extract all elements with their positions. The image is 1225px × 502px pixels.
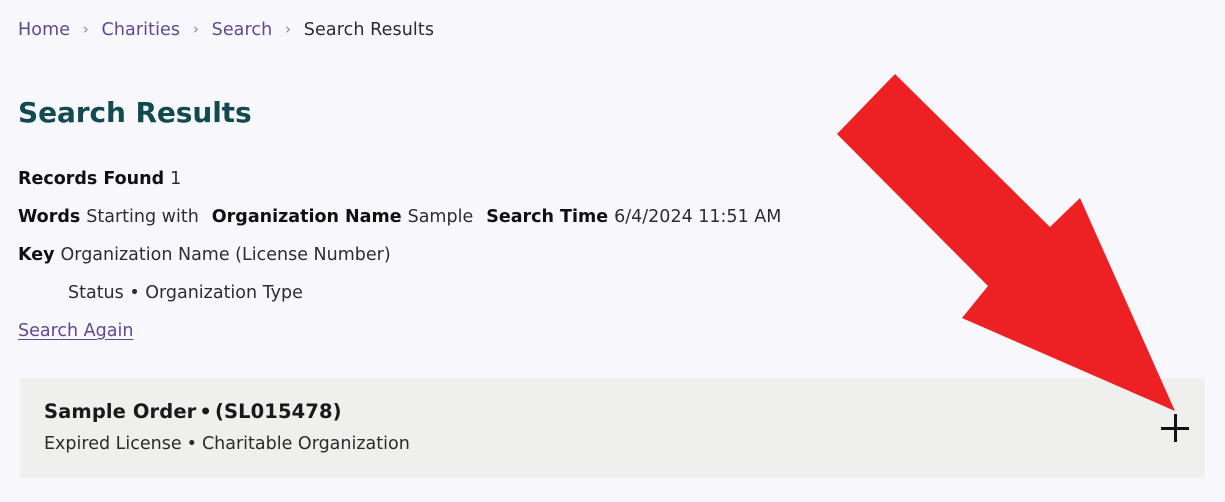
result-status: Expired License <box>44 434 182 454</box>
key-row: Key Organization Name (License Number) <box>18 236 781 274</box>
records-found-label: Records Found <box>18 169 165 189</box>
words-value: Starting with <box>86 207 199 227</box>
words-label: Words <box>18 207 81 227</box>
records-found-row: Records Found 1 <box>18 160 781 198</box>
organization-name-value: Sample <box>407 207 474 227</box>
plus-icon[interactable] <box>1161 414 1189 442</box>
key-value-line2: Status • Organization Type <box>68 283 303 303</box>
search-again-row: Search Again <box>18 312 781 350</box>
search-again-link[interactable]: Search Again <box>18 321 133 341</box>
result-title: Sample Order • (SL015478) <box>44 400 342 423</box>
result-subtitle: Expired License • Charitable Organization <box>44 434 410 454</box>
search-summary: Records Found 1 Words Starting with Organiz… <box>18 160 781 350</box>
key-row-second-line: Status • Organization Type <box>18 274 781 312</box>
breadcrumb-separator-icon: › <box>192 20 199 38</box>
result-license-number: (SL015478) <box>214 400 342 423</box>
key-value: Organization Name (License Number) <box>60 245 391 265</box>
search-criteria-row: Words Starting with Organization Name Sampl… <box>18 198 781 236</box>
breadcrumb-item-search-results: Search Results <box>303 20 435 40</box>
breadcrumb-separator-icon: › <box>82 20 89 38</box>
search-time-label: Search Time <box>486 207 609 227</box>
records-found-value: 1 <box>170 169 182 189</box>
result-subtitle-bullet-icon: • <box>186 434 197 454</box>
breadcrumb-separator-icon: › <box>285 20 292 38</box>
search-result-card[interactable]: Sample Order • (SL015478) Expired License •… <box>20 378 1205 478</box>
organization-name-label: Organization Name <box>211 207 402 227</box>
breadcrumb: Home › Charities › Search › Search Resul… <box>18 17 434 43</box>
page-title: Search Results <box>18 95 252 129</box>
red-arrow-pointing-down-right <box>837 74 1175 411</box>
breadcrumb-item-home[interactable]: Home <box>18 20 70 40</box>
breadcrumb-item-charities[interactable]: Charities <box>102 20 181 40</box>
result-organization-name: Sample Order <box>44 400 197 423</box>
breadcrumb-item-search[interactable]: Search <box>212 20 273 40</box>
result-organization-type: Charitable Organization <box>201 434 410 454</box>
result-title-bullet-icon: • <box>199 400 212 423</box>
key-label: Key <box>18 245 55 265</box>
search-time-value: 6/4/2024 11:51 AM <box>614 207 782 227</box>
